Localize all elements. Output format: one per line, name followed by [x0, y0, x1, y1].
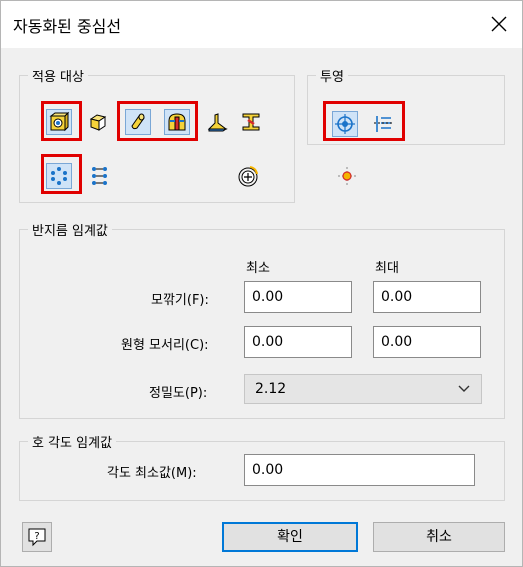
i-beam-feature-icon: [242, 113, 260, 131]
round-corner-label: 원형 모서리(C):: [121, 338, 209, 353]
axis-normal-icon: [335, 114, 355, 134]
fillet-max-field[interactable]: 0.00: [373, 281, 481, 313]
svg-text:?: ?: [34, 531, 39, 542]
round-corner-max-field[interactable]: 0.00: [373, 326, 481, 358]
sweep-feature-button[interactable]: [204, 109, 230, 135]
dialog: 자동화된 중심선 적용 대상 투영 반지름 임계값 최소 최대 모깎기(F): …: [0, 0, 523, 567]
max-header: 최대: [375, 261, 399, 276]
i-beam-feature-button[interactable]: [238, 109, 264, 135]
round-corner-min-field[interactable]: 0.00: [244, 326, 352, 358]
chevron-down-icon: [458, 385, 470, 392]
fillet-min-field[interactable]: 0.00: [244, 281, 352, 313]
circular-pattern-button[interactable]: [46, 163, 72, 189]
apply-to-label: 적용 대상: [28, 66, 88, 85]
revolve-feature-button[interactable]: [164, 109, 190, 135]
revolve-feature-icon: [168, 113, 186, 131]
precision-label: 정밀도(P):: [149, 386, 208, 401]
rectangular-pattern-button[interactable]: [87, 163, 113, 189]
min-angle-label: 각도 최소값(M):: [107, 466, 197, 481]
precision-select[interactable]: 2.12: [244, 374, 482, 404]
title-bar: 자동화된 중심선: [1, 1, 522, 48]
cancel-button[interactable]: 취소: [373, 522, 505, 552]
circular-pattern-icon: [51, 167, 67, 185]
box-feature-button[interactable]: [85, 109, 111, 135]
dialog-title: 자동화된 중심선: [13, 17, 122, 36]
center-point-button[interactable]: [235, 163, 261, 189]
min-header: 최소: [246, 261, 270, 276]
fillet-label: 모깎기(F):: [151, 293, 209, 308]
cylinder-feature-icon: [131, 113, 145, 130]
projection-label: 투영: [316, 66, 348, 85]
axis-parallel-button[interactable]: [370, 111, 396, 137]
rectangular-pattern-icon: [92, 167, 107, 185]
axis-normal-button[interactable]: [332, 111, 358, 137]
help-icon: ?: [28, 528, 46, 547]
help-button[interactable]: ?: [22, 522, 52, 552]
sketch-point-button[interactable]: [334, 163, 360, 189]
min-angle-field[interactable]: 0.00: [244, 454, 475, 486]
hole-feature-icon: [49, 111, 70, 132]
radius-threshold-label: 반지름 임계값: [28, 220, 112, 239]
hole-feature-button[interactable]: [46, 109, 72, 135]
close-button[interactable]: [482, 7, 516, 41]
axis-parallel-icon: [374, 116, 392, 132]
box-feature-icon: [89, 114, 107, 131]
precision-value: 2.12: [255, 381, 287, 397]
center-point-icon: [238, 166, 258, 187]
arc-angle-threshold-label: 호 각도 임계값: [28, 432, 117, 451]
sweep-feature-icon: [207, 113, 228, 132]
close-icon: [491, 16, 507, 32]
ok-button[interactable]: 확인: [222, 522, 358, 552]
sketch-point-icon: [338, 167, 356, 185]
cylinder-feature-button[interactable]: [125, 109, 151, 135]
